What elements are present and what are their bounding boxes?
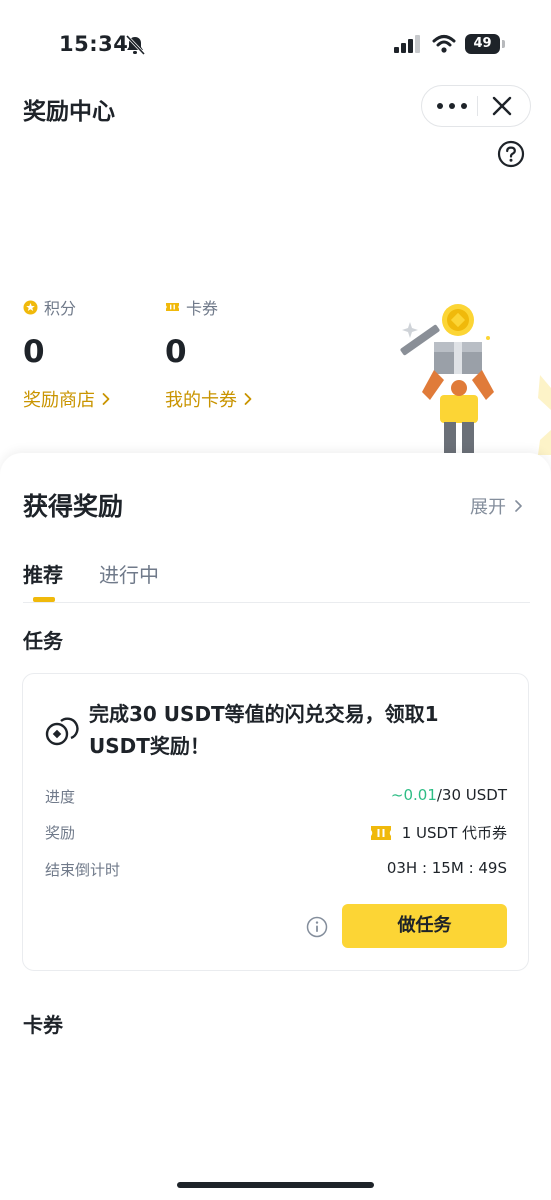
tab-recommended[interactable]: 推荐 bbox=[23, 559, 63, 588]
info-icon[interactable] bbox=[306, 916, 328, 938]
countdown-label: 结束倒计时 bbox=[45, 861, 121, 879]
points-icon bbox=[23, 300, 38, 314]
progress-value: ~0.01 /30 USDT bbox=[391, 786, 507, 804]
points-label: 积分 bbox=[44, 299, 77, 318]
reward-label: 奖励 bbox=[45, 824, 76, 842]
reward-tabs: 推荐 进行中 bbox=[23, 559, 530, 603]
reward-value: 1 USDT 代币券 bbox=[401, 824, 507, 842]
rewards-shop-link[interactable]: 奖励商店 bbox=[23, 386, 111, 412]
coupons-balance: 卡券 0 我的卡券 bbox=[165, 296, 253, 412]
points-value: 0 bbox=[23, 334, 45, 370]
coupons-section-title: 卡券 bbox=[23, 1013, 63, 1037]
task-card: 完成30 USDT等值的闪兑交易，领取1 USDT奖励！ 进度 ~0.01 /3… bbox=[22, 673, 529, 971]
more-dots-icon[interactable] bbox=[437, 86, 467, 126]
close-icon[interactable] bbox=[490, 94, 514, 118]
chevron-right-icon bbox=[102, 393, 110, 405]
chevron-right-icon bbox=[515, 500, 522, 512]
do-task-button[interactable]: 做任务 bbox=[342, 904, 507, 948]
tab-in-progress[interactable]: 进行中 bbox=[99, 559, 159, 588]
tasks-section-title: 任务 bbox=[23, 629, 63, 653]
tab-active-indicator bbox=[33, 597, 55, 602]
my-coupons-link[interactable]: 我的卡券 bbox=[165, 386, 253, 412]
expand-label: 展开 bbox=[470, 497, 506, 518]
page-title: 奖励中心 bbox=[23, 99, 115, 125]
battery-level: 49 bbox=[465, 34, 500, 54]
rewards-shop-label: 奖励商店 bbox=[23, 390, 95, 411]
ticket-icon bbox=[370, 825, 391, 840]
progress-current: ~0.01 bbox=[390, 786, 437, 804]
reward-row: 奖励 1 USDT 代币券 bbox=[45, 822, 507, 846]
reward-value-wrap: 1 USDT 代币券 bbox=[370, 822, 507, 843]
progress-row: 进度 ~0.01 /30 USDT bbox=[45, 786, 507, 810]
countdown-row: 结束倒计时 03H : 15M : 49S bbox=[45, 859, 507, 883]
rewards-title: 获得奖励 bbox=[23, 492, 124, 521]
bell-off-icon bbox=[125, 35, 146, 55]
progress-total: /30 USDT bbox=[436, 786, 507, 804]
points-balance: 积分 0 奖励商店 bbox=[23, 296, 111, 412]
countdown-value: 03H : 15M : 49S bbox=[386, 859, 507, 877]
capsule-divider bbox=[477, 96, 478, 116]
chevron-right-icon bbox=[244, 393, 252, 405]
home-indicator[interactable] bbox=[177, 1182, 374, 1188]
status-bar: 15:34 49 bbox=[0, 0, 551, 90]
coupons-label: 卡券 bbox=[186, 299, 219, 318]
rewards-sheet: 获得奖励 展开 推荐 进行中 任务 完成30 USDT等值的闪兑交易，领取1 U… bbox=[0, 453, 551, 1200]
battery-icon: 49 bbox=[465, 34, 505, 54]
battery-tip bbox=[502, 40, 505, 48]
expand-button[interactable]: 展开 bbox=[470, 493, 523, 519]
progress-label: 进度 bbox=[45, 788, 76, 806]
wifi-icon bbox=[432, 35, 456, 53]
ticket-icon bbox=[166, 303, 179, 311]
mini-app-capsule bbox=[421, 85, 531, 127]
signal-icon bbox=[394, 35, 420, 53]
gift-illustration bbox=[400, 304, 551, 455]
status-time: 15:34 bbox=[59, 32, 129, 56]
convert-icon bbox=[45, 717, 79, 746]
coupons-value: 0 bbox=[165, 334, 187, 370]
help-icon[interactable] bbox=[497, 140, 525, 168]
task-title: 完成30 USDT等值的闪兑交易，领取1 USDT奖励！ bbox=[89, 702, 439, 758]
my-coupons-label: 我的卡券 bbox=[165, 390, 237, 411]
